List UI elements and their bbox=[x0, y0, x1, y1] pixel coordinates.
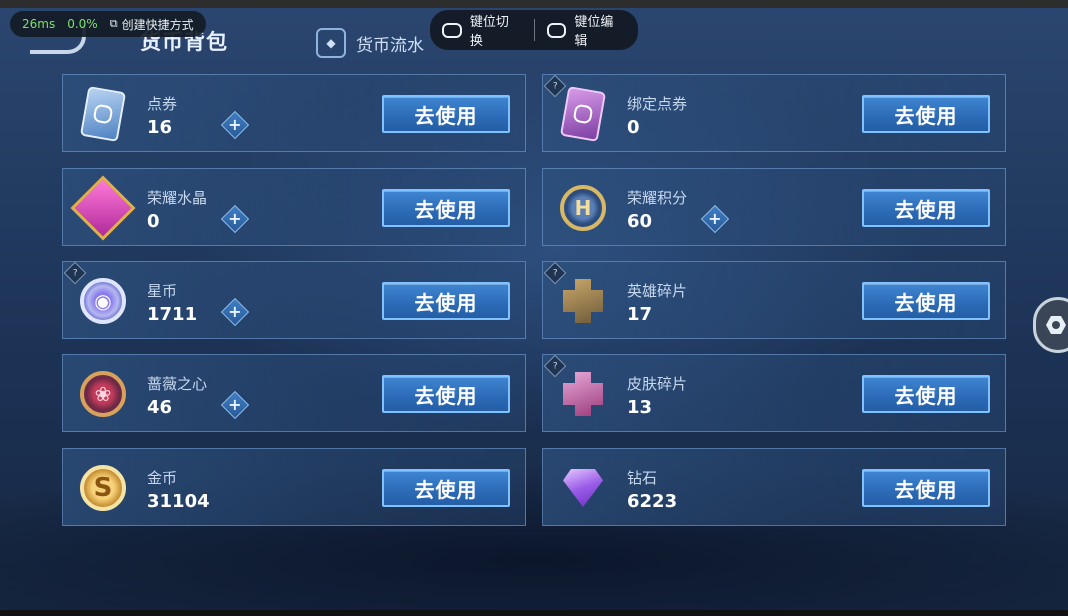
shortcut-icon: ⧉ bbox=[109, 17, 118, 30]
currency-name: 荣耀水晶 bbox=[147, 189, 208, 207]
use-button[interactable]: 去使用 bbox=[382, 189, 510, 227]
key-switch-button[interactable]: 键位切换 bbox=[430, 11, 534, 49]
currency-card-skin-shard: ? 皮肤碎片 13 去使用 bbox=[542, 354, 1006, 432]
currency-card-gold: S 金币 31104 去使用 bbox=[62, 448, 526, 526]
currency-card-honor-points: H 荣耀积分 60 + 去使用 bbox=[542, 168, 1006, 246]
flow-icon: ◆ bbox=[316, 28, 346, 58]
use-button[interactable]: 去使用 bbox=[382, 282, 510, 320]
key-switch-label: 键位切换 bbox=[469, 15, 509, 49]
plus-icon: + bbox=[708, 209, 722, 228]
ticket-icon bbox=[77, 86, 129, 142]
currency-value: 16 bbox=[147, 117, 173, 138]
currency-card-dianquan: 点券 16 + 去使用 bbox=[62, 74, 526, 152]
tab-currency-flow-label: 货币流水 bbox=[356, 35, 424, 56]
add-currency-button[interactable]: + bbox=[700, 204, 730, 234]
use-button[interactable]: 去使用 bbox=[862, 282, 990, 320]
plus-icon: + bbox=[228, 395, 242, 414]
currency-name: 英雄碎片 bbox=[627, 282, 688, 300]
key-edit-button[interactable]: 键位编辑 bbox=[535, 11, 639, 49]
currency-name: 荣耀积分 bbox=[627, 189, 688, 207]
use-button[interactable]: 去使用 bbox=[382, 375, 510, 413]
create-shortcut-label: 创建快捷方式 bbox=[121, 17, 194, 32]
star-coin-icon: ◉ bbox=[77, 275, 129, 327]
hexagon-icon bbox=[1046, 316, 1066, 334]
currency-value: 60 bbox=[627, 211, 653, 232]
key-mapping-toolbar: 键位切换 键位编辑 bbox=[430, 10, 638, 50]
tab-currency-flow[interactable]: ◆ 货币流水 bbox=[316, 28, 424, 58]
skin-shard-icon bbox=[557, 368, 609, 420]
use-button[interactable]: 去使用 bbox=[862, 95, 990, 133]
window-top-strip bbox=[0, 0, 1068, 8]
crystal-icon bbox=[70, 175, 136, 241]
use-button[interactable]: 去使用 bbox=[382, 469, 510, 507]
hero-shard-icon bbox=[557, 275, 609, 327]
gold-coin-icon: S bbox=[77, 462, 129, 514]
currency-name: 皮肤碎片 bbox=[627, 375, 688, 393]
currency-value: 46 bbox=[147, 397, 173, 418]
currency-card-hero-shard: ? 英雄碎片 17 去使用 bbox=[542, 261, 1006, 339]
diamond-icon bbox=[557, 462, 609, 514]
currency-name: 金币 bbox=[147, 469, 178, 487]
currency-card-diamond: 钻石 6223 去使用 bbox=[542, 448, 1006, 526]
rose-heart-icon: ❀ bbox=[77, 368, 129, 420]
performance-overlay: 26ms 0.0% ⧉ 创建快捷方式 bbox=[10, 11, 206, 37]
plus-icon: + bbox=[228, 302, 242, 321]
currency-card-star-coin: ? ◉ 星币 1711 + 去使用 bbox=[62, 261, 526, 339]
latency-readout: 26ms bbox=[22, 17, 56, 31]
create-shortcut-button[interactable]: ⧉ 创建快捷方式 bbox=[110, 16, 194, 33]
key-edit-label: 键位编辑 bbox=[574, 15, 614, 49]
currency-name: 蔷薇之心 bbox=[147, 375, 208, 393]
use-button[interactable]: 去使用 bbox=[862, 189, 990, 227]
add-currency-button[interactable]: + bbox=[220, 204, 250, 234]
use-button[interactable]: 去使用 bbox=[862, 375, 990, 413]
use-button[interactable]: 去使用 bbox=[862, 469, 990, 507]
currency-value: 0 bbox=[147, 211, 160, 232]
add-currency-button[interactable]: + bbox=[220, 390, 250, 420]
bound-ticket-icon bbox=[557, 86, 609, 142]
currency-card-rose-heart: ❀ 蔷薇之心 46 + 去使用 bbox=[62, 354, 526, 432]
currency-name: 绑定点券 bbox=[627, 95, 688, 113]
currency-value: 31104 bbox=[147, 491, 210, 512]
currency-name: 星币 bbox=[147, 282, 178, 300]
currency-name: 钻石 bbox=[627, 469, 658, 487]
currency-value: 6223 bbox=[627, 491, 678, 512]
currency-name: 点券 bbox=[147, 95, 178, 113]
plus-icon: + bbox=[228, 209, 242, 228]
use-button[interactable]: 去使用 bbox=[382, 95, 510, 133]
currency-value: 0 bbox=[627, 117, 640, 138]
currency-value: 17 bbox=[627, 304, 653, 325]
currency-value: 13 bbox=[627, 397, 653, 418]
gamepad-icon bbox=[546, 22, 567, 38]
currency-card-honor-crystal: 荣耀水晶 0 + 去使用 bbox=[62, 168, 526, 246]
honor-points-icon: H bbox=[557, 182, 609, 234]
plus-icon: + bbox=[228, 115, 242, 134]
currency-value: 1711 bbox=[147, 304, 198, 325]
add-currency-button[interactable]: + bbox=[220, 110, 250, 140]
add-currency-button[interactable]: + bbox=[220, 297, 250, 327]
currency-card-bound-dianquan: ? 绑定点券 0 去使用 bbox=[542, 74, 1006, 152]
gamepad-icon bbox=[442, 22, 462, 38]
packet-loss-readout: 0.0% bbox=[67, 17, 98, 31]
window-bottom-strip bbox=[0, 610, 1068, 616]
